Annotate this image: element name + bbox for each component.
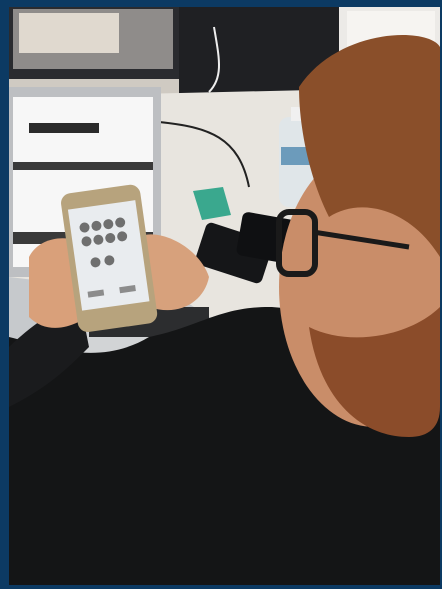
photograph [9,7,440,585]
photo-illustration [9,7,440,585]
photo-frame [0,0,442,589]
